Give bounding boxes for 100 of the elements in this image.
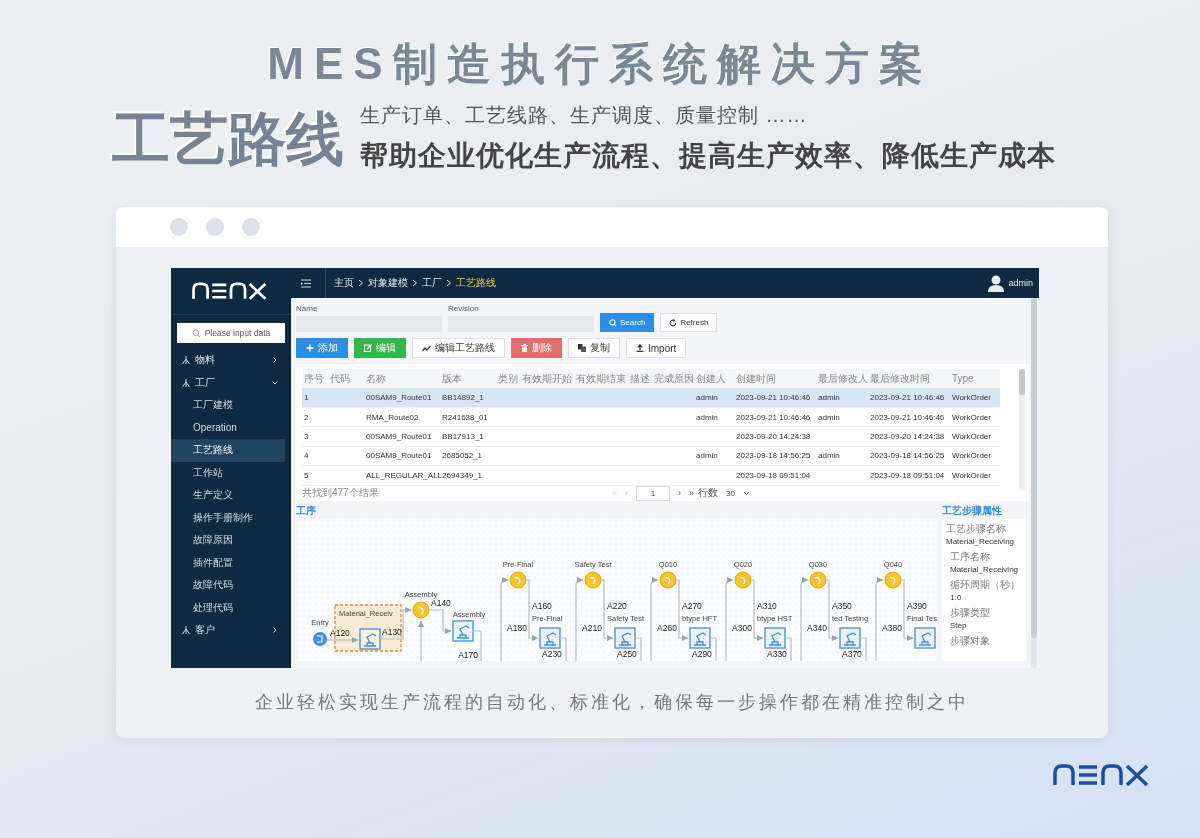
start-node[interactable] bbox=[313, 632, 327, 646]
scrollbar[interactable] bbox=[1031, 298, 1037, 668]
edge-label: A350 bbox=[832, 601, 852, 611]
search-icon bbox=[191, 328, 201, 338]
pager-button[interactable]: › bbox=[678, 488, 681, 499]
breadcrumb-link[interactable]: 工厂 bbox=[422, 276, 442, 290]
step-node[interactable] bbox=[614, 627, 636, 649]
toolbar-button[interactable]: 复制 bbox=[568, 338, 620, 358]
search-field[interactable]: Please input data bbox=[177, 323, 285, 343]
toolbar-button[interactable]: Import bbox=[626, 338, 687, 358]
hierarchy-icon bbox=[181, 625, 191, 636]
step-node[interactable] bbox=[689, 627, 711, 649]
table-cell-text: BB17913_1 bbox=[441, 431, 485, 441]
toolbar-button[interactable]: 编辑工艺路线 bbox=[412, 338, 505, 358]
step-node[interactable] bbox=[359, 628, 381, 650]
column-header[interactable]: 序号 bbox=[302, 371, 328, 386]
menu-item[interactable]: 故障原因 bbox=[171, 529, 285, 552]
column-header[interactable]: 类别 bbox=[496, 371, 520, 386]
property-value: Material_Receiving bbox=[946, 537, 1016, 547]
column-header[interactable]: 描述 bbox=[628, 371, 652, 386]
refresh-button[interactable]: Refresh bbox=[660, 313, 718, 332]
table-row[interactable]: 2 RMA_Route02 R241638_01 admin 2023-09-21 10:46:46 admin 2023-09-21 10:46:46 WorkOrder bbox=[302, 407, 1000, 428]
edge-label: A260 bbox=[657, 623, 677, 633]
column-header[interactable]: 有效期结束 bbox=[574, 371, 628, 386]
gate-node[interactable] bbox=[412, 601, 430, 619]
column-header[interactable]: 有效期开始 bbox=[520, 371, 574, 386]
column-header[interactable]: 最后修改人 bbox=[816, 371, 868, 386]
table-row[interactable]: 3 00SAM9_Route01 BB17913_1 2023-09-20 14:24:38 2023-09-20 14:24:38 WorkOrder bbox=[302, 427, 1000, 447]
scrollbar[interactable] bbox=[1019, 369, 1025, 491]
table-cell-text: 4 bbox=[303, 451, 310, 461]
menu-item[interactable]: 处理代码 bbox=[171, 596, 285, 619]
property-value: Step bbox=[949, 621, 968, 631]
menu-group[interactable]: 物料 bbox=[171, 349, 291, 372]
menu-item[interactable]: 工艺路线 bbox=[171, 439, 285, 462]
table-cell-text: BB14892_1 bbox=[441, 393, 485, 403]
menu-group[interactable]: 工厂 bbox=[171, 371, 291, 394]
table-cell-text: 2023-09-18 14:56:25 bbox=[735, 451, 812, 461]
table-cell-text: 00SAM9_Route01 bbox=[365, 393, 433, 403]
gate-node[interactable] bbox=[659, 571, 677, 589]
table-cell-text: admin bbox=[695, 451, 719, 461]
step-node[interactable] bbox=[914, 627, 936, 649]
field-label: Name bbox=[296, 304, 319, 313]
menu-item[interactable]: 插件配置 bbox=[171, 551, 285, 574]
menu-item[interactable]: 故障代码 bbox=[171, 574, 285, 597]
menu-group[interactable]: 客户 bbox=[171, 619, 291, 642]
edge-label: A210 bbox=[582, 623, 602, 633]
menu-item[interactable]: 工作站 bbox=[171, 461, 285, 484]
edge-label: A140 bbox=[431, 598, 451, 608]
edge-label: A380 bbox=[882, 623, 902, 633]
table-row[interactable]: 1 00SAM9_Route01 BB14892_1 admin 2023-09-21 10:46:46 admin 2023-09-21 10:46:46 WorkOrder bbox=[302, 388, 1000, 408]
table-row[interactable]: 4 00SAM9_Route01 2685052_1 admin 2023-09-18 14:56:25 admin 2023-09-18 14:56:25 WorkOrder bbox=[302, 446, 1000, 467]
gate-node[interactable] bbox=[584, 571, 602, 589]
connector bbox=[326, 637, 359, 643]
edge-label: A120 bbox=[330, 628, 350, 638]
property-value: Material_Receiving bbox=[949, 565, 1020, 575]
section-title: 工艺步骤属性 bbox=[942, 504, 1003, 518]
column-header[interactable]: 创建时间 bbox=[734, 371, 816, 386]
gate-node[interactable] bbox=[509, 571, 527, 589]
page-field[interactable]: 1 bbox=[636, 485, 670, 501]
edge-label: A130 bbox=[382, 627, 402, 637]
upload-icon bbox=[636, 344, 644, 352]
chevron-icon bbox=[271, 356, 279, 365]
edge-label: A340 bbox=[807, 623, 827, 633]
gate-node[interactable] bbox=[884, 571, 902, 589]
breadcrumb-link[interactable]: 主页 bbox=[334, 276, 354, 290]
poster-title: MES制造执行系统解决方案 bbox=[267, 38, 933, 90]
step-node[interactable] bbox=[764, 627, 786, 649]
table-row[interactable]: 5 ALL_REGULAR_ALL2694349_1 2023-09-18 09:51:04 2023-09-18 09:51:04 WorkOrder bbox=[302, 466, 1000, 486]
rows-label: 行数 bbox=[698, 486, 719, 501]
table-cell-text: R241638_01 bbox=[441, 412, 489, 422]
column-header[interactable]: Type bbox=[950, 373, 1000, 385]
gate-node[interactable] bbox=[734, 571, 752, 589]
rows-per-page-select[interactable]: 30 bbox=[726, 488, 750, 498]
menu-item[interactable]: Operation bbox=[171, 416, 285, 439]
step-node[interactable] bbox=[539, 627, 561, 649]
table-cell-text: 2023-09-18 09:51:04 bbox=[869, 470, 946, 480]
result-count: 共找到477个结果 bbox=[302, 486, 380, 501]
plus-icon bbox=[306, 344, 314, 352]
gate-node[interactable] bbox=[809, 571, 827, 589]
menu-item[interactable]: 操作手册制作 bbox=[171, 506, 285, 529]
step-node[interactable] bbox=[839, 627, 861, 649]
edge-label: A310 bbox=[757, 601, 777, 611]
column-header[interactable]: 版本 bbox=[440, 371, 496, 386]
menu-item[interactable]: 工厂建模 bbox=[171, 394, 285, 417]
table-cell-text: WorkOrder bbox=[951, 470, 992, 480]
menu-item[interactable]: 生产定义 bbox=[171, 484, 285, 507]
breadcrumb-link[interactable]: 工艺路线 bbox=[456, 276, 496, 290]
column-header[interactable]: 代码 bbox=[328, 371, 364, 386]
column-header[interactable]: 完成原因 bbox=[652, 371, 694, 386]
menu-icon[interactable] bbox=[301, 278, 311, 288]
column-header[interactable]: 创建人 bbox=[694, 371, 734, 386]
column-header[interactable]: 名称 bbox=[364, 371, 440, 386]
pager-button[interactable]: » bbox=[689, 488, 695, 499]
hierarchy-icon bbox=[181, 355, 191, 366]
table-cell-text: 2 bbox=[303, 412, 310, 422]
property-label: 步骤类型 bbox=[949, 607, 991, 619]
user-avatar-icon[interactable] bbox=[988, 274, 1005, 292]
breadcrumb-link[interactable]: 对象建模 bbox=[368, 276, 408, 290]
column-header[interactable]: 最后修改时间 bbox=[868, 371, 950, 386]
step-node[interactable] bbox=[452, 620, 474, 642]
